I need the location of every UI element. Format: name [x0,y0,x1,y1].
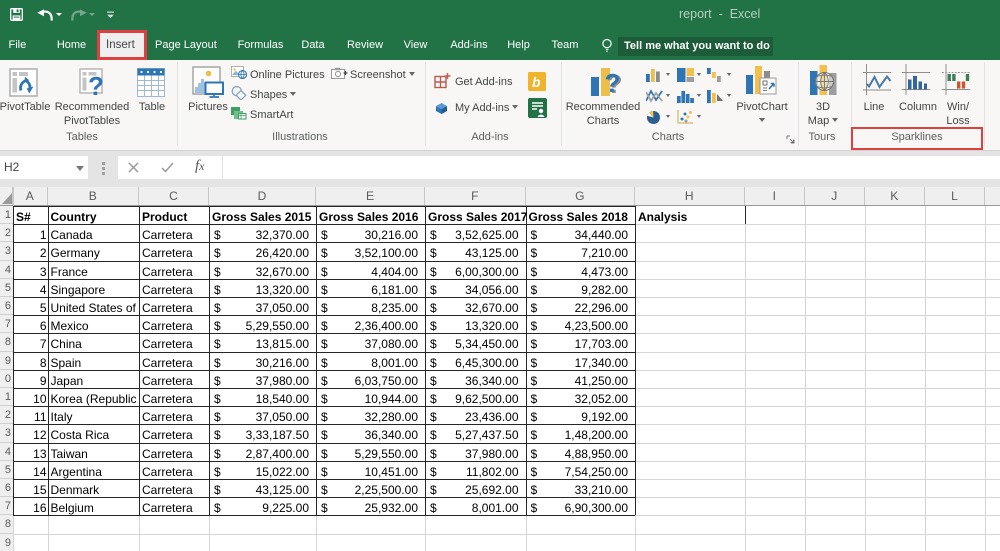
svg-text:?: ? [605,68,621,98]
svg-text:b: b [532,74,541,90]
svg-text:?: ? [88,71,104,97]
